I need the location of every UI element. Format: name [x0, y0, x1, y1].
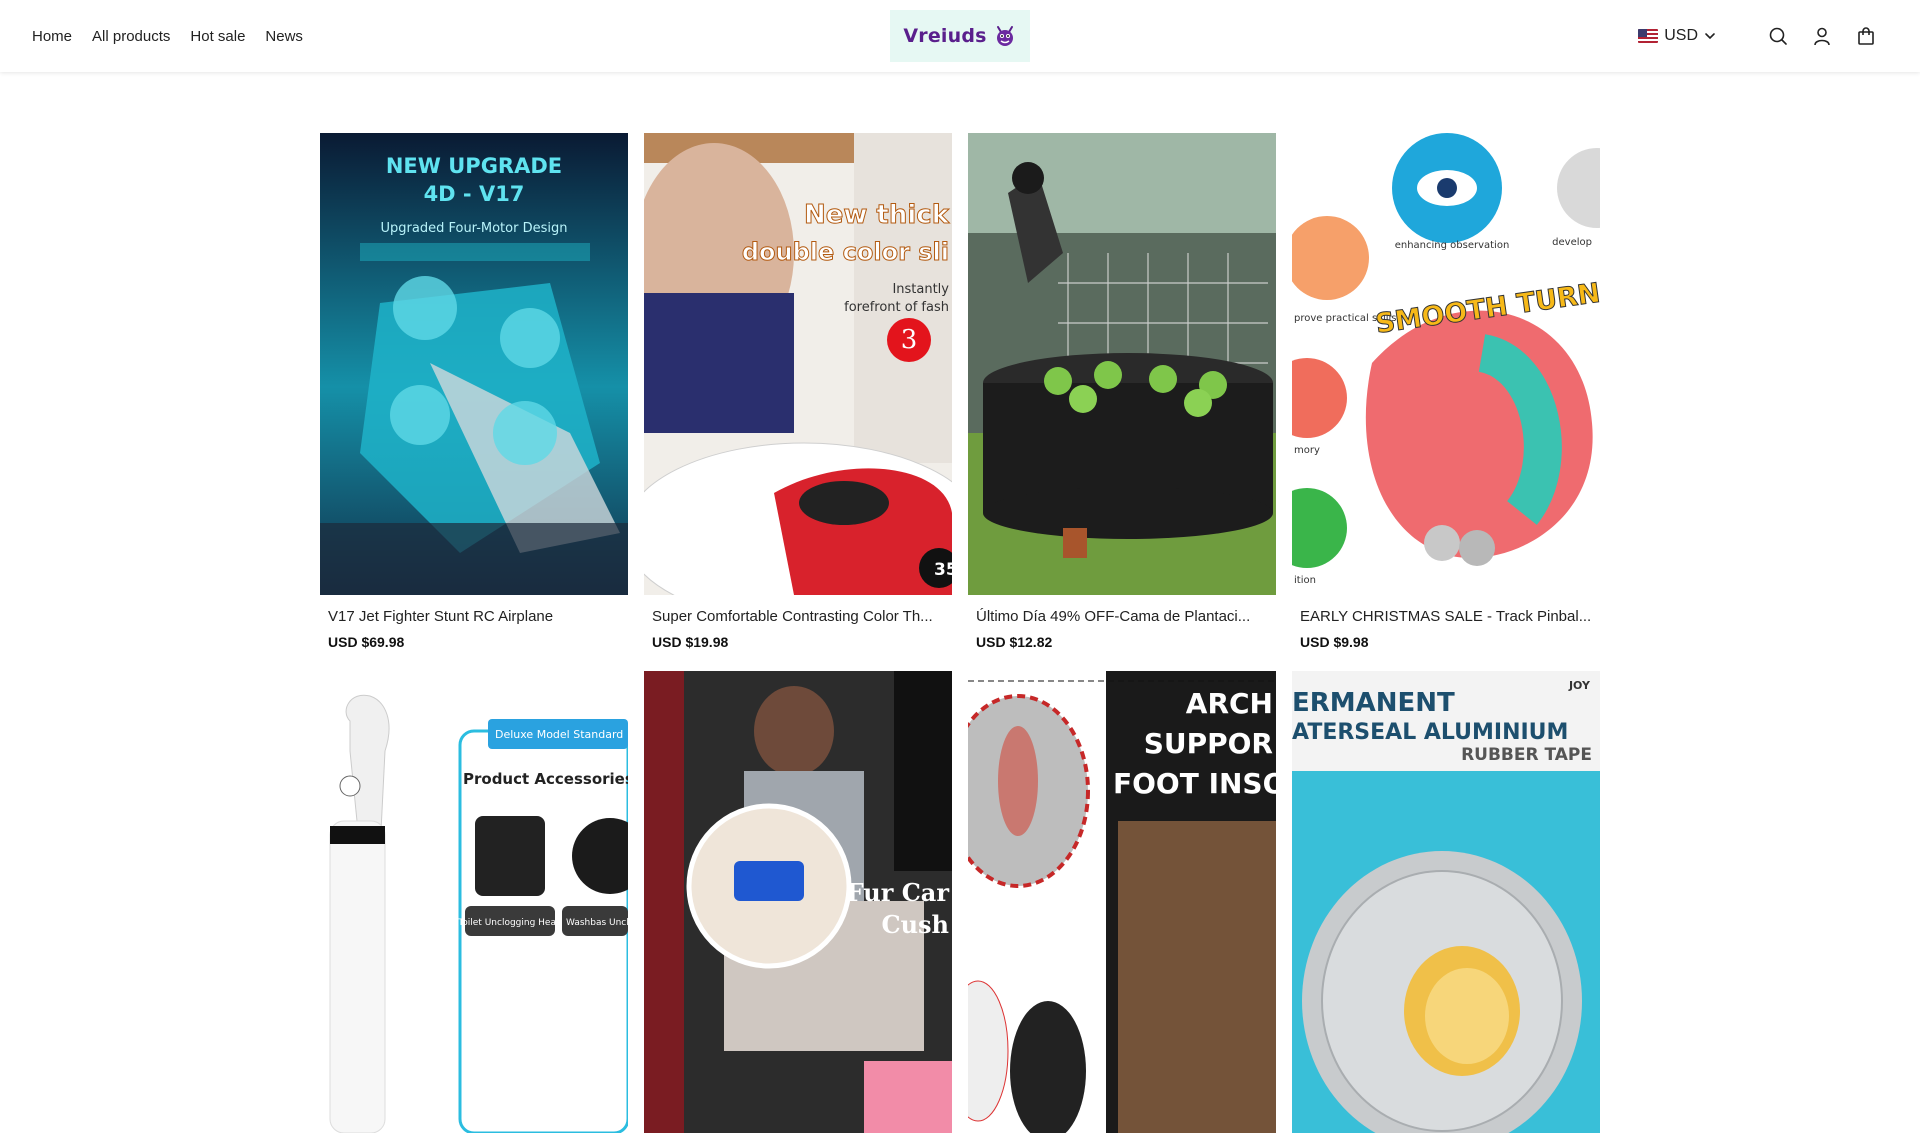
product-card[interactable]: Último Día 49% OFF-Cama de Plantaci... U… [968, 133, 1276, 651]
search-icon[interactable] [1766, 24, 1790, 48]
image-text: double color sli [742, 238, 949, 266]
image-text: NEW UPGRADE [386, 154, 562, 178]
nav-all-products[interactable]: All products [92, 28, 170, 45]
product-card[interactable]: NEW UPGRADE 4D - V17 Upgraded Four-Motor… [320, 133, 628, 651]
image-text: ERMANENT [1292, 688, 1455, 718]
product-image-unclogging-tool[interactable]: Deluxe Model Standard Product Accessorie… [320, 671, 628, 1133]
image-text: mory [1294, 445, 1320, 456]
nav-hot-sale[interactable]: Hot sale [190, 28, 245, 45]
image-text: SUPPOR [1144, 727, 1273, 760]
product-image-arch-insoles[interactable]: ARCH SUPPOR FOOT INSO [968, 671, 1276, 1133]
product-price: USD $19.98 [652, 634, 729, 650]
product-card[interactable]: ARCH SUPPOR FOOT INSO [968, 671, 1276, 1133]
product-image-fur-car-cushion[interactable]: Fur Car Cush [644, 671, 952, 1133]
product-image-slippers[interactable]: New thick double color sli Instantly for… [644, 133, 952, 595]
product-price: USD $9.98 [1300, 634, 1369, 650]
currency-selector[interactable]: USD [1638, 27, 1716, 45]
image-text: Toilet Unclogging Head [457, 918, 561, 928]
image-text: FOOT INSO [1113, 767, 1276, 800]
image-text: JOY [1568, 679, 1591, 692]
image-text: RUBBER TAPE [1461, 745, 1592, 765]
product-image-planting-bed[interactable] [968, 133, 1276, 595]
product-title[interactable]: Super Comfortable Contrasting Color Th..… [652, 607, 944, 627]
image-text: Cush [881, 910, 949, 939]
image-text: develop [1552, 237, 1592, 248]
product-info: V17 Jet Fighter Stunt RC Airplane USD $6… [320, 595, 628, 651]
product-card[interactable]: ERMANENT ATERSEAL ALUMINIUM RUBBER TAPE … [1292, 671, 1600, 1133]
product-title[interactable]: EARLY CHRISTMAS SALE - Track Pinbal... [1300, 607, 1592, 627]
header-tools: USD [1638, 0, 1878, 72]
image-text: New thick [804, 200, 950, 230]
product-title[interactable]: V17 Jet Fighter Stunt RC Airplane [328, 607, 620, 627]
product-title[interactable]: Último Día 49% OFF-Cama de Plantaci... [976, 607, 1268, 627]
logo-text: Vreiuds [903, 25, 987, 47]
image-text: 35- [934, 560, 952, 580]
product-card[interactable]: enhancing observation develop prove prac… [1292, 133, 1600, 651]
image-text: ition [1294, 575, 1316, 586]
image-text: Deluxe Model Standard [495, 728, 623, 741]
image-text: Washbas Unclogging [566, 918, 628, 928]
site-header: Home All products Hot sale News Vreiuds … [0, 0, 1920, 72]
product-info: Super Comfortable Contrasting Color Th..… [644, 595, 952, 651]
store-logo[interactable]: Vreiuds [890, 10, 1030, 62]
mascot-icon [996, 26, 1013, 46]
product-image-rc-airplane[interactable]: NEW UPGRADE 4D - V17 Upgraded Four-Motor… [320, 133, 628, 595]
cart-icon[interactable] [1854, 24, 1878, 48]
product-info: Último Día 49% OFF-Cama de Plantaci... U… [968, 595, 1276, 651]
product-grid: NEW UPGRADE 4D - V17 Upgraded Four-Motor… [320, 133, 1600, 1133]
product-card[interactable]: Deluxe Model Standard Product Accessorie… [320, 671, 628, 1133]
image-text: Instantly [892, 282, 949, 297]
user-icon[interactable] [1810, 24, 1834, 48]
currency-label: USD [1664, 27, 1698, 44]
product-image-pinball-fidget[interactable]: enhancing observation develop prove prac… [1292, 133, 1600, 595]
image-text: Upgraded Four-Motor Design [381, 221, 568, 236]
product-image-aluminium-tape[interactable]: ERMANENT ATERSEAL ALUMINIUM RUBBER TAPE … [1292, 671, 1600, 1133]
image-text: 3 [901, 325, 918, 355]
image-text: Product Accessories: [463, 770, 628, 788]
main-nav: Home All products Hot sale News [32, 0, 303, 72]
nav-news[interactable]: News [265, 28, 303, 45]
image-text: ATERSEAL ALUMINIUM [1292, 720, 1568, 745]
us-flag-icon [1638, 29, 1659, 43]
chevron-down-icon [1705, 33, 1715, 40]
image-text: forefront of fash [844, 300, 949, 315]
image-text: ARCH [1186, 687, 1273, 720]
product-card[interactable]: Fur Car Cush [644, 671, 952, 1133]
product-info: EARLY CHRISTMAS SALE - Track Pinbal... U… [1292, 595, 1600, 651]
product-card[interactable]: New thick double color sli Instantly for… [644, 133, 952, 651]
product-price: USD $12.82 [976, 634, 1053, 650]
image-text: 4D - V17 [424, 182, 525, 206]
product-price: USD $69.98 [328, 634, 405, 650]
image-text: enhancing observation [1395, 240, 1510, 251]
image-text: Fur Car [847, 878, 950, 907]
nav-home[interactable]: Home [32, 28, 72, 45]
